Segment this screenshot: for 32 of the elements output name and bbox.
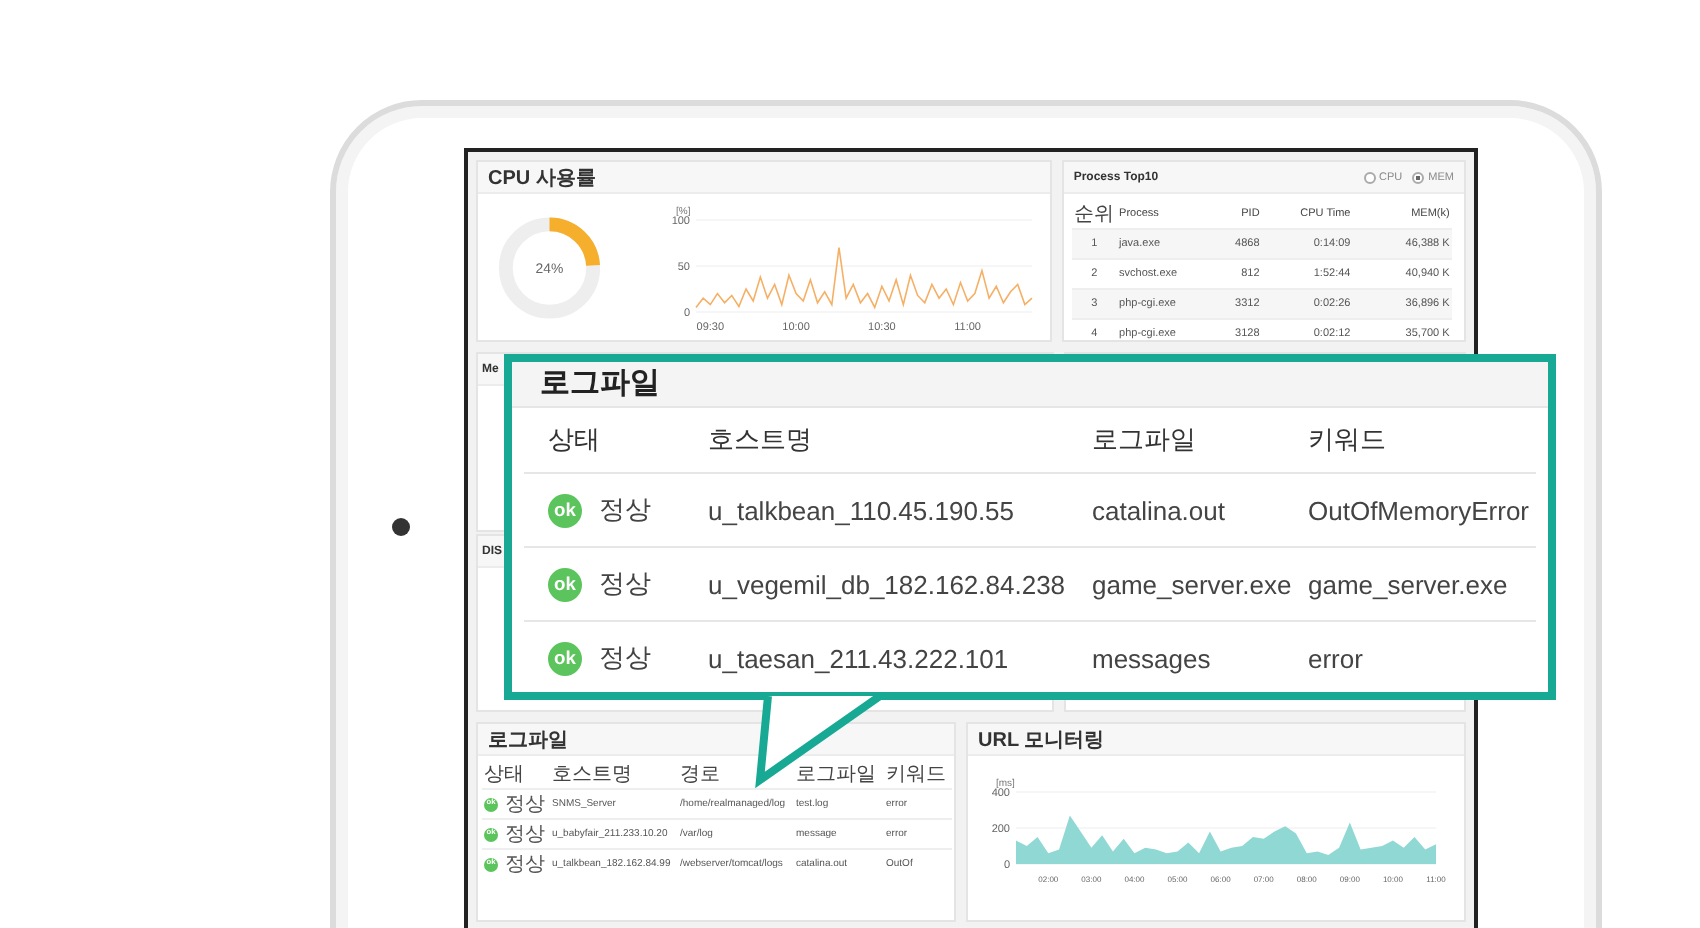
status-text: 정상 <box>599 566 651 603</box>
ok-badge: ok <box>548 493 582 528</box>
column-header: 상태 <box>482 758 550 789</box>
table-cell: catalina.out <box>1068 473 1284 547</box>
column-header: 호스트명 <box>550 758 678 789</box>
column-header: 로그파일 <box>794 758 884 789</box>
column-header: 로그파일 <box>1068 408 1284 473</box>
table-cell: error <box>1284 621 1536 692</box>
ok-badge: ok <box>548 567 582 602</box>
panel-title: URL 모니터링 <box>978 727 1105 753</box>
table-cell: u_taesan_211.43.222.101 <box>684 621 1068 692</box>
column-header: 경로 <box>678 758 794 789</box>
callout-title: 로그파일 <box>540 366 660 402</box>
table-cell: u_vegemil_db_182.162.84.238 <box>684 547 1068 621</box>
table-cell: messages <box>1068 621 1284 692</box>
panel-title: CPU 사용률 <box>488 165 596 191</box>
column-header: 상태 <box>524 408 684 473</box>
table-cell: OutOfMemoryError <box>1284 473 1536 547</box>
status-text: 정상 <box>505 852 545 878</box>
panel-title: 로그파일 <box>488 727 568 753</box>
column-header: 키워드 <box>884 758 952 789</box>
status-text: 정상 <box>599 492 651 529</box>
gauge-ring <box>498 216 601 318</box>
ok-badge: ok <box>548 641 582 676</box>
status-text: 정상 <box>505 822 545 848</box>
camera-dot <box>392 518 410 536</box>
column-header: 키워드 <box>1284 408 1536 473</box>
status-text: 정상 <box>599 640 651 677</box>
table-cell: u_talkbean_110.45.190.55 <box>684 473 1068 547</box>
column-header: 호스트명 <box>684 408 1068 473</box>
status-text: 정상 <box>505 792 545 818</box>
column-header: 순위 <box>1071 198 1118 229</box>
